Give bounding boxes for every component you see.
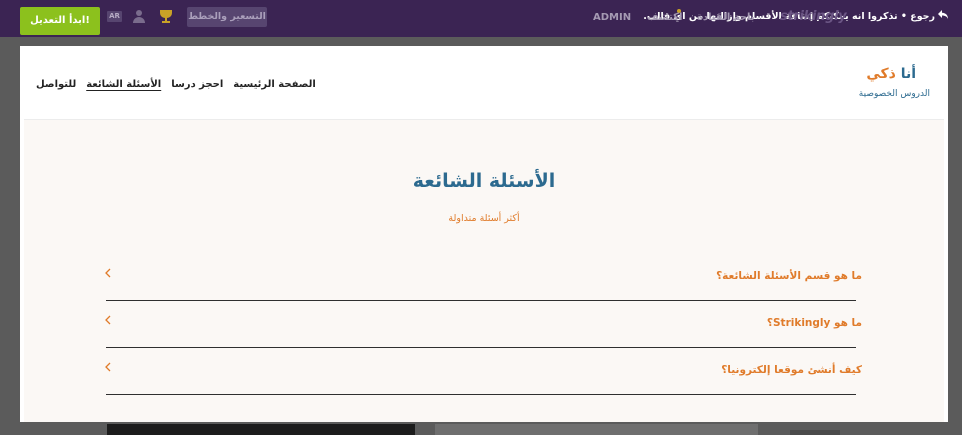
chevron-left-icon[interactable] (102, 314, 114, 326)
site-header: أنا ذكي الدروس الخصوصية الصفحة الرئيسية … (24, 46, 944, 120)
trophy-icon[interactable] (160, 10, 172, 24)
site-tagline: الدروس الخصوصية (858, 89, 930, 99)
logo-word-1: أنا (900, 66, 916, 82)
faq-subtitle: أكثر أسئلة متداولة (448, 213, 520, 224)
faq-item[interactable]: كيف أنشئ موقعا إلكترونيا؟ (105, 348, 862, 395)
background-image-gray (435, 424, 758, 435)
menu-item-home[interactable]: الصفحة الرئيسية (233, 79, 316, 90)
back-arrow-icon (938, 10, 948, 22)
menu-item-book[interactable]: احجز درسا (171, 79, 223, 90)
faq-question[interactable]: ما هو قسم الأسئلة الشائعة؟ (716, 270, 862, 282)
faq-title: الأسئلة الشائعة (412, 170, 556, 192)
site-menu: الصفحة الرئيسية احجز درسا الأسئلة الشائع… (36, 79, 316, 90)
site-preview: أنا ذكي الدروس الخصوصية الصفحة الرئيسية … (20, 46, 948, 422)
strikingly-logo[interactable]: strikingly (780, 9, 847, 24)
chevron-left-icon[interactable] (102, 267, 114, 279)
user-icon[interactable] (133, 10, 145, 24)
faq-question[interactable]: ما هو Strikingly؟ (767, 317, 862, 329)
faq-item[interactable]: ما هو Strikingly؟ (105, 301, 862, 348)
chevron-left-icon[interactable] (102, 361, 114, 373)
start-editing-button[interactable]: ابدأ التعديل! (20, 7, 100, 35)
faq-question[interactable]: كيف أنشئ موقعا إلكترونيا؟ (721, 364, 862, 376)
menu-item-faq[interactable]: الأسئلة الشائعة (86, 79, 161, 90)
discover-link[interactable]: اكتشف (647, 12, 682, 23)
background-element (790, 430, 840, 435)
faq-item[interactable]: ما هو قسم الأسئلة الشائعة؟ (105, 254, 862, 301)
menu-item-contact[interactable]: للتواصل (36, 79, 76, 90)
language-badge[interactable]: AR (107, 11, 122, 22)
site-logo[interactable]: أنا ذكي (866, 66, 916, 82)
admin-link[interactable]: ADMIN (593, 12, 631, 23)
pricing-button[interactable]: التسعير والخطط (187, 7, 267, 27)
background-image-dark (107, 424, 415, 435)
logo-word-2: ذكي (866, 66, 896, 82)
faq-section: الأسئلة الشائعة أكثر أسئلة متداولة ما هو… (24, 120, 944, 422)
dashboard-link[interactable]: باحة القيادة (697, 12, 755, 23)
admin-topbar: رجوع • تذكروا انه يمكنكم إضافة الأقسام و… (0, 0, 962, 37)
